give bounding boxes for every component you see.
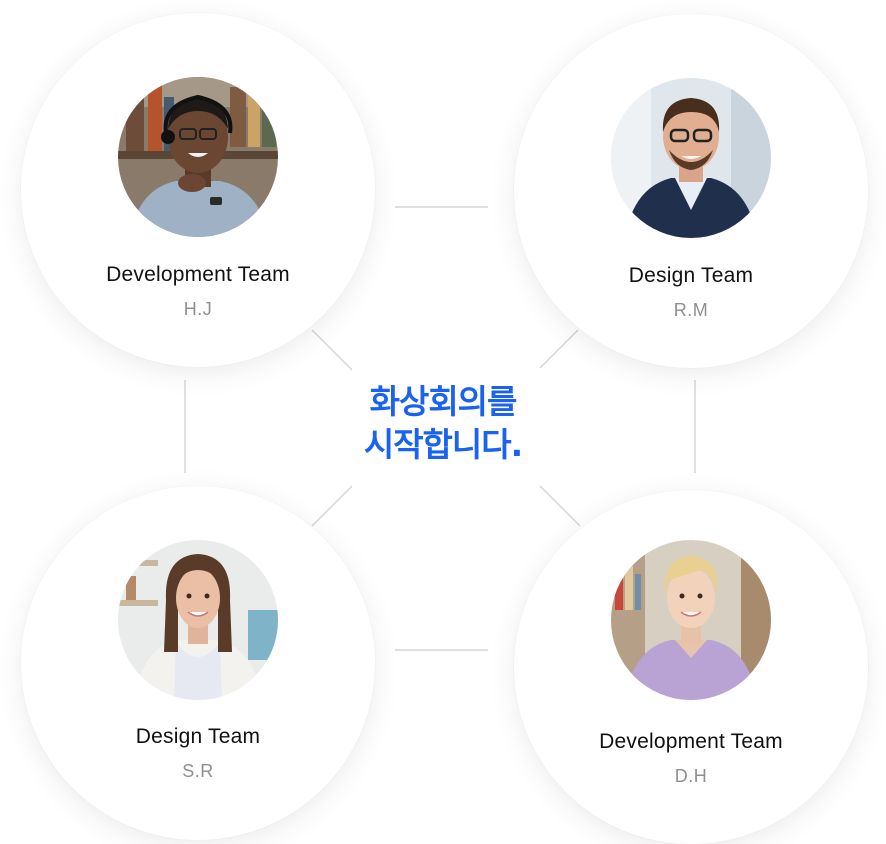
participant-team: Design Team	[135, 725, 261, 748]
participant-card[interactable]: Design Team S.R	[21, 486, 375, 840]
connector-diag-tr	[539, 329, 579, 369]
connector-diag-bl	[311, 485, 353, 527]
participant-initials: R.M	[673, 300, 709, 320]
participant-team: Development Team	[106, 263, 290, 286]
connector-diag-br	[539, 485, 581, 527]
participant-card[interactable]: Design Team R.M	[514, 14, 868, 368]
participant-initials: D.H	[674, 766, 708, 786]
participant-avatar	[611, 540, 771, 700]
participant-avatar	[118, 540, 278, 700]
start-meeting-headline: 화상회의를 시작합니다.	[318, 380, 568, 466]
connector-diag-tl	[311, 329, 353, 371]
participant-card[interactable]: Development Team H.J	[21, 13, 375, 367]
participant-avatar	[611, 78, 771, 238]
participant-initials: S.R	[182, 761, 214, 781]
participant-team: Design Team	[628, 264, 754, 287]
participant-team: Development Team	[599, 730, 783, 753]
headline-line-1: 화상회의를	[369, 382, 518, 421]
headline-line-2: 시작합니다.	[363, 425, 523, 464]
video-conference-illustration: Development Team H.J Design Team R.M Des…	[0, 0, 886, 844]
participant-initials: H.J	[183, 299, 213, 319]
participant-avatar	[118, 77, 278, 237]
participant-card[interactable]: Development Team D.H	[514, 490, 868, 844]
